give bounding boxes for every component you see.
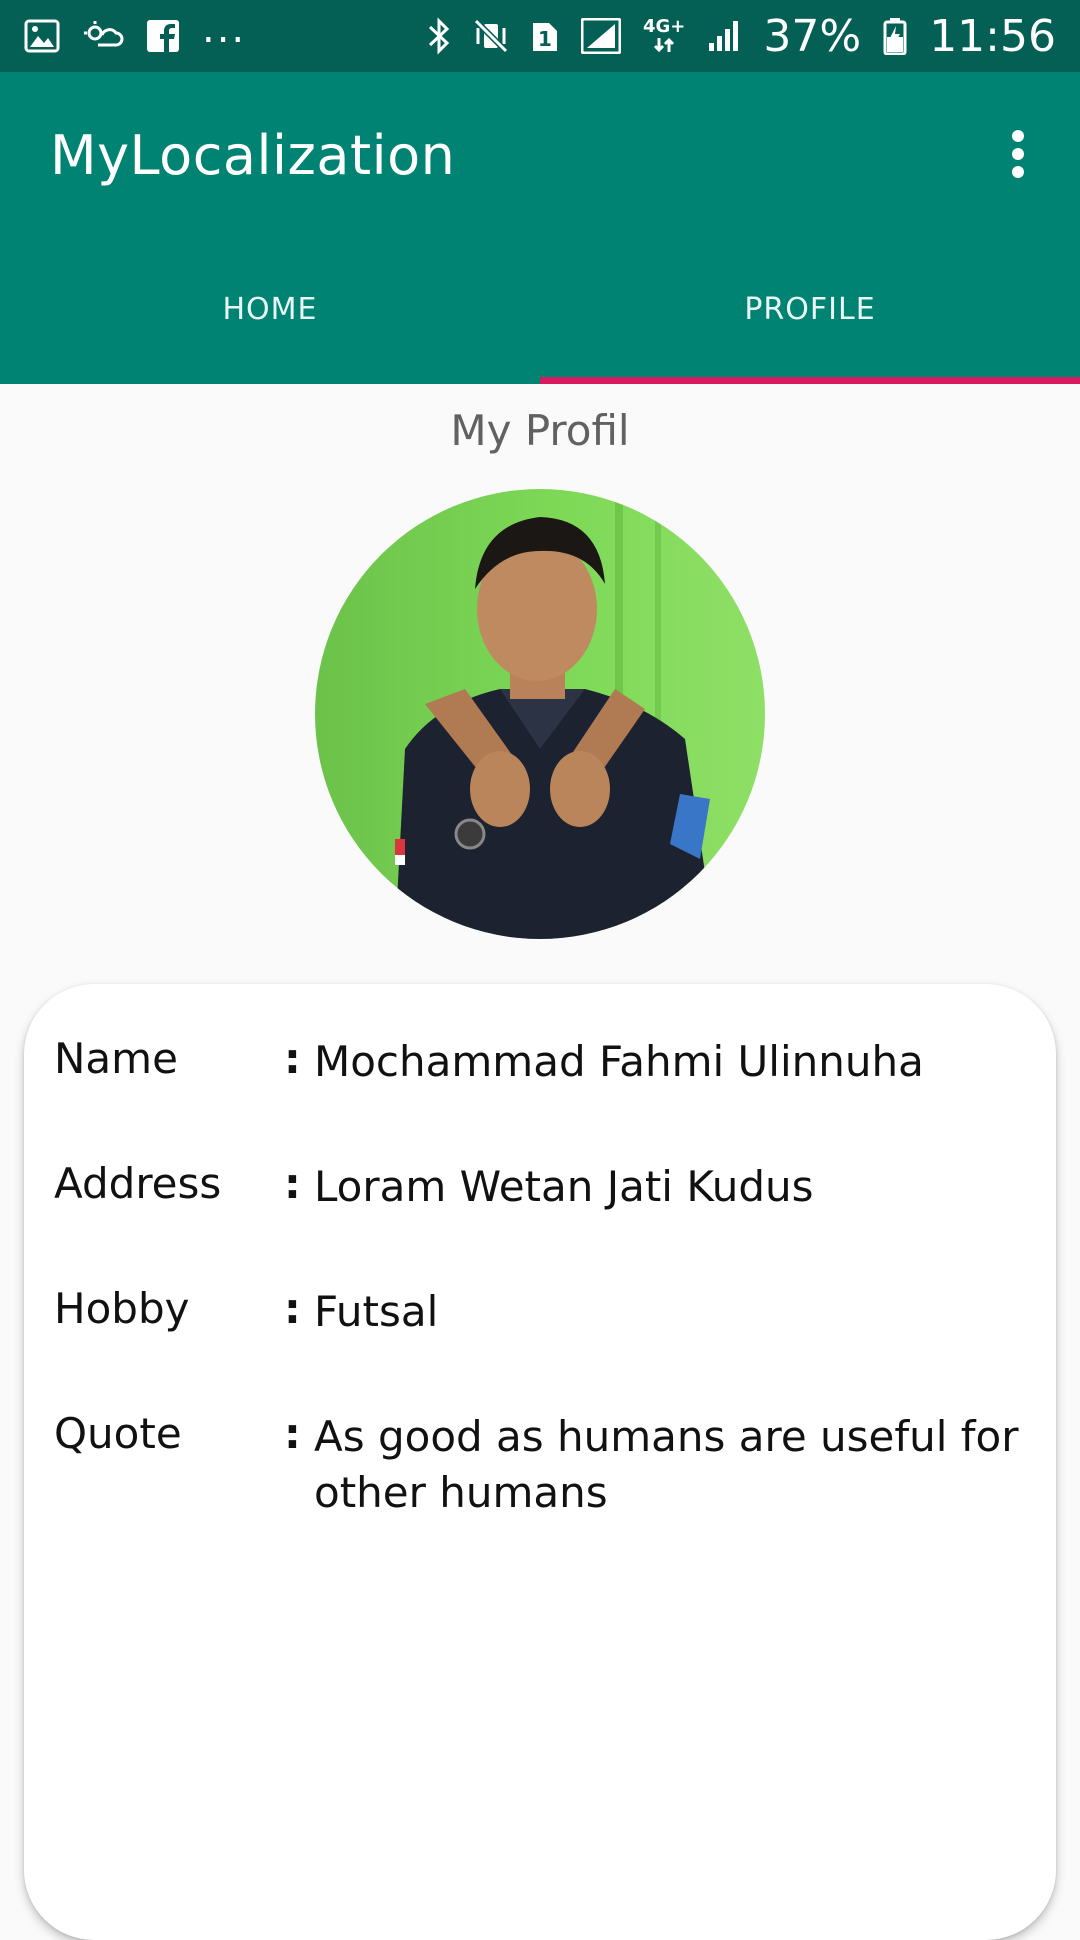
weather-icon [82, 16, 124, 56]
row-value: Futsal [314, 1287, 439, 1336]
status-bar-left: ... [24, 6, 246, 56]
sim-badge-text: 1 [538, 27, 552, 51]
more-vert-icon [1012, 130, 1024, 178]
profile-row-hobby: Hobby : Futsal [54, 1284, 1026, 1340]
row-value: Loram Wetan Jati Kudus [314, 1162, 814, 1211]
battery-charging-icon [883, 16, 907, 56]
profile-photo [315, 489, 765, 939]
overflow-menu-button[interactable] [986, 122, 1050, 186]
app-title: MyLocalization [50, 124, 456, 187]
row-separator: : [284, 1159, 301, 1208]
tab-profile[interactable]: PROFILE [540, 234, 1080, 384]
clock: 11:56 [929, 10, 1056, 62]
sim-icon: 1 [531, 16, 559, 56]
signal-icon [581, 16, 621, 56]
row-label: Quote [54, 1409, 182, 1458]
status-bar-right: 1 4G+ 37% 11:56 [427, 11, 1056, 62]
network-type-label: 4G+ [643, 16, 686, 37]
section-title: My Profil [450, 406, 630, 455]
signal-4g-icon: 4G+ [643, 16, 685, 56]
profile-row-name: Name : Mochammad Fahmi Ulinnuha [54, 1034, 1026, 1090]
status-bar: ... 1 4G+ 37% 11:56 [0, 0, 1080, 72]
signal-bars-icon [707, 16, 741, 56]
row-label: Address [54, 1159, 222, 1208]
profile-content: My Profil Name: Mochammad Fahmi Ulinnuh… [0, 384, 1080, 1940]
more-notifications-icon: ... [202, 6, 247, 52]
row-value: Mochammad Fahmi Ulinnuha [314, 1037, 924, 1086]
vibrate-mute-icon [473, 16, 509, 56]
facebook-icon [146, 16, 180, 56]
tab-bar: HOME PROFILE [0, 234, 1080, 384]
row-separator: : [284, 1034, 301, 1083]
row-value: As good as humans are useful for other h… [314, 1412, 1019, 1517]
row-label: Name [54, 1034, 178, 1083]
app-bar: MyLocalization HOME PROFILE [0, 72, 1080, 384]
row-label: Hobby [54, 1284, 190, 1333]
bluetooth-icon [427, 16, 451, 56]
row-separator: : [284, 1284, 301, 1333]
battery-percent: 37% [763, 10, 862, 62]
profile-row-address: Address : Loram Wetan Jati Kudus [54, 1159, 1026, 1215]
avatar [315, 489, 765, 939]
row-separator: : [284, 1409, 301, 1458]
image-icon [24, 16, 60, 56]
profile-row-quote: Quote : As good as humans are useful for… [54, 1409, 1026, 1521]
profile-card: Name : Mochammad Fahmi Ulinnuha Address … [24, 984, 1056, 1940]
tab-home[interactable]: HOME [0, 234, 540, 384]
